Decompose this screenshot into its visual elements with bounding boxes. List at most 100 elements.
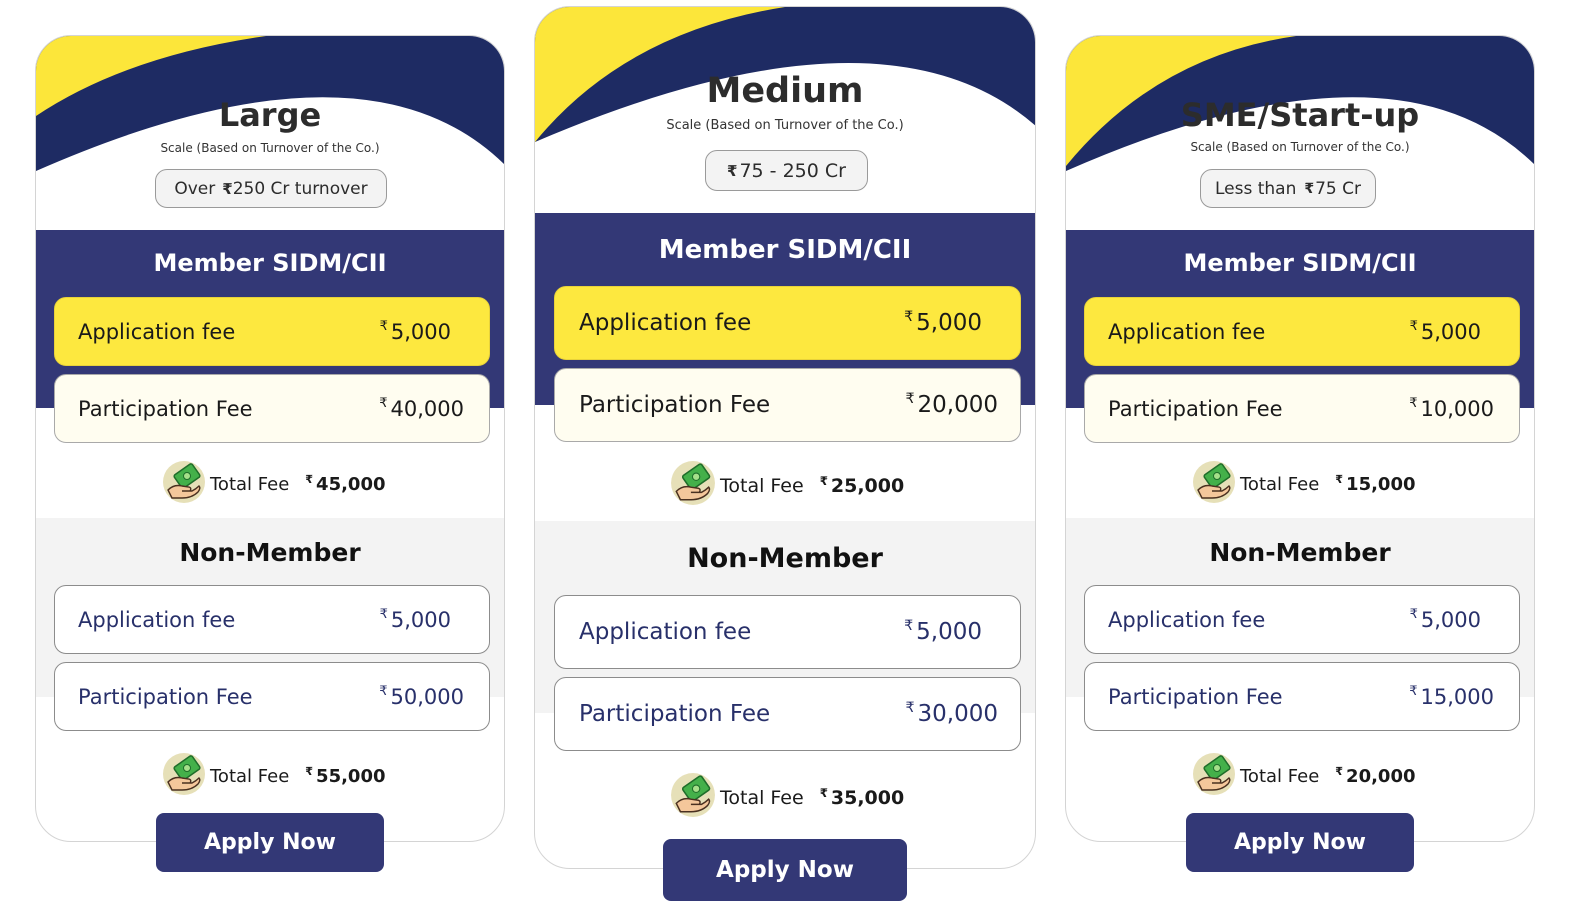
- fee-amount: ₹5,000: [904, 309, 982, 336]
- non-member-heading: Non-Member: [1209, 538, 1391, 567]
- apply-now-button-large[interactable]: Apply Now: [156, 813, 384, 872]
- fee-amount: ₹5,000: [1409, 318, 1481, 344]
- total-fee-label: Total Fee: [1240, 474, 1320, 495]
- rupee-icon: ₹: [379, 683, 388, 699]
- total-fee-amount: ₹20,000: [1335, 765, 1416, 787]
- plan-card-sme: SME/Start-up Scale (Based on Turnover of…: [1065, 35, 1535, 842]
- total-fee-label: Total Fee: [210, 474, 290, 495]
- range-prefix: Over: [174, 178, 216, 199]
- fee-amount-value: 15,000: [1420, 684, 1494, 709]
- fee-amount: ₹5,000: [904, 618, 982, 645]
- fee-label: Application fee: [1108, 319, 1266, 344]
- rupee-icon: ₹: [379, 318, 388, 334]
- member-participation-fee-row: Participation Fee ₹40,000: [54, 374, 490, 443]
- fee-label: Application fee: [78, 607, 236, 632]
- fee-amount: ₹40,000: [379, 395, 464, 421]
- plan-card-large: Large Scale (Based on Turnover of the Co…: [35, 35, 505, 842]
- member-heading: Member SIDM/CII: [658, 235, 912, 265]
- total-fee-label: Total Fee: [720, 474, 804, 497]
- total-fee-amount: ₹55,000: [305, 765, 385, 787]
- fee-amount-value: 5,000: [916, 310, 982, 336]
- plan-title: SME/Start-up: [1180, 96, 1420, 134]
- non-member-participation-fee-row: Participation Fee ₹50,000: [54, 662, 490, 731]
- plan-scale-text: Scale (Based on Turnover of the Co.): [160, 141, 380, 155]
- fee-label: Participation Fee: [579, 392, 771, 418]
- total-fee-value: 45,000: [316, 474, 386, 495]
- apply-now-button-sme[interactable]: Apply Now: [1186, 813, 1414, 872]
- rupee-icon: ₹: [904, 618, 914, 634]
- rupee-icon: ₹: [1409, 683, 1418, 699]
- turnover-range-pill: Over ₹ 250 Cr turnover: [155, 169, 387, 208]
- non-member-participation-fee-row: Participation Fee ₹30,000: [554, 677, 1021, 751]
- non-member-total-fee: Total Fee ₹55,000: [162, 752, 386, 801]
- range-value: 75 - 250 Cr: [739, 159, 846, 182]
- plan-card-medium: Medium Scale (Based on Turnover of the C…: [534, 6, 1036, 869]
- cash-hand-icon: [1192, 752, 1236, 801]
- member-application-fee-row: Application fee ₹5,000: [54, 297, 490, 366]
- turnover-range-pill: Less than ₹ 75 Cr: [1200, 169, 1376, 208]
- total-fee-value: 15,000: [1346, 474, 1416, 495]
- cash-hand-icon: [162, 460, 206, 509]
- non-member-application-fee-row: Application fee ₹5,000: [54, 585, 490, 654]
- fee-amount-value: 20,000: [917, 392, 998, 418]
- range-prefix: Less than: [1214, 178, 1297, 199]
- rupee-icon: ₹: [819, 473, 828, 488]
- fee-amount: ₹5,000: [379, 318, 451, 344]
- fee-amount: ₹30,000: [905, 700, 998, 727]
- rupee-icon: ₹: [1409, 606, 1418, 622]
- total-fee-value: 35,000: [830, 786, 905, 809]
- fee-amount-value: 10,000: [1420, 396, 1494, 421]
- total-fee-amount: ₹15,000: [1335, 473, 1416, 495]
- fee-label: Application fee: [1108, 607, 1266, 632]
- rupee-icon: ₹: [379, 606, 388, 622]
- non-member-application-fee-row: Application fee ₹5,000: [1084, 585, 1520, 654]
- fee-label: Participation Fee: [78, 396, 253, 421]
- fee-label: Participation Fee: [579, 701, 771, 727]
- plan-title: Large: [218, 96, 322, 134]
- cash-hand-icon: [670, 460, 716, 511]
- rupee-icon: ₹: [379, 395, 388, 411]
- cash-hand-icon: [670, 772, 716, 823]
- rupee-icon: ₹: [305, 765, 314, 778]
- total-fee-label: Total Fee: [720, 786, 804, 809]
- fee-amount-value: 30,000: [917, 701, 998, 727]
- fee-label: Participation Fee: [78, 684, 253, 709]
- fee-amount-value: 5,000: [1420, 607, 1481, 632]
- rupee-icon: ₹: [904, 309, 914, 325]
- fee-label: Participation Fee: [1108, 396, 1283, 421]
- fee-amount: ₹10,000: [1409, 396, 1494, 421]
- member-total-fee: Total Fee ₹25,000: [670, 460, 904, 511]
- apply-now-button-medium[interactable]: Apply Now: [663, 839, 907, 901]
- rupee-icon: ₹: [1409, 318, 1418, 334]
- member-heading: Member SIDM/CII: [1183, 249, 1417, 277]
- total-fee-value: 25,000: [830, 474, 905, 497]
- non-member-application-fee-row: Application fee ₹5,000: [554, 595, 1021, 669]
- fee-label: Participation Fee: [1108, 684, 1283, 709]
- member-participation-fee-row: Participation Fee ₹20,000: [554, 368, 1021, 442]
- fee-amount-value: 50,000: [390, 684, 464, 709]
- non-member-total-fee: Total Fee ₹35,000: [670, 772, 904, 823]
- member-application-fee-row: Application fee ₹5,000: [554, 286, 1021, 360]
- fee-label: Application fee: [579, 310, 752, 336]
- total-fee-amount: ₹35,000: [820, 786, 905, 809]
- cash-hand-icon: [1192, 460, 1236, 509]
- plan-scale-text: Scale (Based on Turnover of the Co.): [1190, 140, 1410, 154]
- member-application-fee-row: Application fee ₹5,000: [1084, 297, 1520, 366]
- fee-label: Application fee: [579, 619, 752, 645]
- member-heading: Member SIDM/CII: [153, 249, 387, 277]
- fee-amount: ₹20,000: [905, 391, 998, 418]
- rupee-icon: ₹: [905, 700, 915, 716]
- member-total-fee: Total Fee ₹15,000: [1192, 460, 1416, 509]
- fee-label: Application fee: [78, 319, 236, 344]
- total-fee-label: Total Fee: [1240, 766, 1320, 787]
- rupee-icon: ₹: [305, 473, 314, 486]
- fee-amount-value: 5,000: [390, 607, 451, 632]
- total-fee-value: 20,000: [1346, 766, 1416, 787]
- rupee-icon: ₹: [1335, 473, 1344, 486]
- fee-amount-value: 40,000: [390, 396, 464, 421]
- member-participation-fee-row: Participation Fee ₹10,000: [1084, 374, 1520, 443]
- turnover-range-pill: ₹ 75 - 250 Cr: [705, 150, 868, 191]
- plan-title: Medium: [706, 71, 864, 111]
- fee-amount-value: 5,000: [390, 319, 451, 344]
- rupee-icon: ₹: [222, 179, 233, 198]
